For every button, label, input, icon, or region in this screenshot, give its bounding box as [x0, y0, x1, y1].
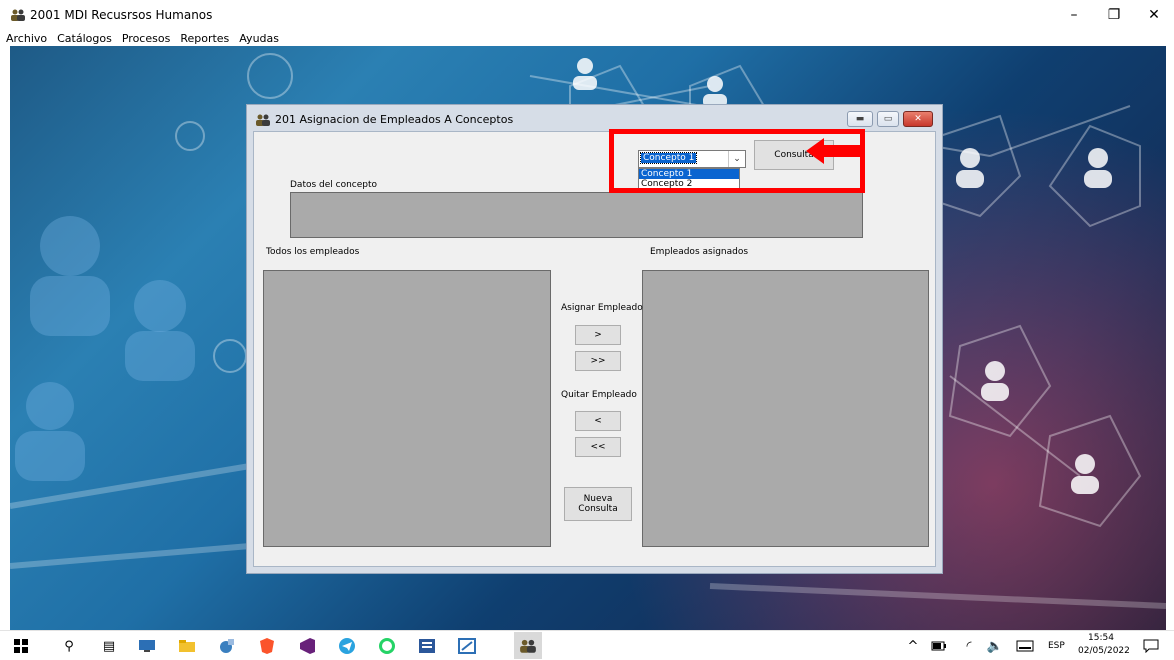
word-icon[interactable]	[418, 637, 436, 655]
concept-data-panel	[290, 192, 863, 238]
assign-one-button[interactable]: >	[575, 325, 621, 345]
menu-procesos[interactable]: Procesos	[122, 32, 170, 45]
main-title-bar: 2001 MDI Recusrsos Humanos – ❐ ✕	[0, 0, 1174, 30]
close-button[interactable]: ✕	[1134, 0, 1174, 30]
remote-desktop-icon[interactable]	[138, 637, 156, 655]
users-icon	[256, 114, 270, 126]
volume-icon[interactable]: 🔈	[986, 637, 1004, 655]
minimize-button[interactable]: –	[1054, 0, 1094, 30]
assign-all-button[interactable]: >>	[575, 351, 621, 371]
child-title-bar: 201 Asignacion de Empleados A Conceptos …	[247, 105, 942, 131]
empleados-asignados-label: Empleados asignados	[650, 247, 749, 257]
remove-one-button[interactable]: <	[575, 411, 621, 431]
asignar-empleado-label: Asignar Empleado	[561, 303, 643, 313]
nueva-consulta-line2: Consulta	[578, 504, 618, 514]
users-icon	[11, 9, 25, 21]
file-explorer-icon[interactable]	[178, 637, 196, 655]
remove-all-button[interactable]: <<	[575, 437, 621, 457]
maximize-button[interactable]: ❐	[1094, 0, 1134, 30]
search-icon[interactable]: ⚲	[60, 637, 78, 655]
snipping-tool-icon[interactable]	[458, 637, 476, 655]
battery-icon[interactable]	[930, 637, 948, 655]
keyboard-icon[interactable]	[1016, 637, 1034, 655]
menu-bar: Archivo Catálogos Procesos Reportes Ayud…	[0, 30, 1174, 46]
quitar-empleado-label: Quitar Empleado	[561, 390, 637, 400]
whatsapp-icon[interactable]	[378, 637, 396, 655]
maximize-icon: ▭	[883, 114, 893, 124]
visual-studio-icon[interactable]	[298, 637, 316, 655]
child-client-area: Concepto 1 ⌄ Concepto 1 Concepto 2 Consu…	[253, 131, 936, 567]
assigned-employees-list[interactable]	[642, 270, 929, 547]
todos-empleados-label: Todos los empleados	[266, 247, 360, 257]
wifi-icon[interactable]: ◜	[960, 637, 978, 655]
minimize-icon: ▬	[855, 114, 865, 124]
app-brush-icon[interactable]	[218, 637, 236, 655]
clock-time[interactable]: 15:54	[1088, 633, 1114, 643]
datos-concepto-label: Datos del concepto	[290, 180, 378, 190]
child-close-button[interactable]: ✕	[903, 111, 933, 127]
start-windows-icon[interactable]	[12, 637, 30, 655]
all-employees-list[interactable]	[263, 270, 551, 547]
menu-archivo[interactable]: Archivo	[6, 32, 47, 45]
menu-reportes[interactable]: Reportes	[180, 32, 229, 45]
brave-browser-icon[interactable]	[258, 637, 276, 655]
menu-ayudas[interactable]: Ayudas	[239, 32, 279, 45]
menu-catalogos[interactable]: Catálogos	[57, 32, 112, 45]
language-indicator[interactable]: ESP	[1048, 641, 1065, 651]
child-maximize-button[interactable]: ▭	[877, 111, 899, 127]
nueva-consulta-line1: Nueva	[583, 494, 613, 504]
telegram-icon[interactable]	[338, 637, 356, 655]
hr-app-taskbar-icon[interactable]	[514, 632, 542, 659]
notifications-icon[interactable]	[1142, 637, 1160, 655]
chevron-up-icon[interactable]: ^	[904, 637, 922, 655]
task-view-icon[interactable]: ▤	[100, 637, 118, 655]
nueva-consulta-button[interactable]: Nueva Consulta	[564, 487, 632, 521]
clock-date[interactable]: 02/05/2022	[1078, 646, 1130, 656]
app-title: 2001 MDI Recusrsos Humanos	[30, 8, 213, 22]
windows-taskbar: ⚲ ▤ ^ ◜ 🔈 ESP 15:54 02/05/2022	[0, 630, 1174, 660]
child-window-title: 201 Asignacion de Empleados A Conceptos	[275, 113, 514, 126]
annotation-arrow-icon	[806, 138, 862, 164]
close-icon: ✕	[914, 114, 922, 124]
child-minimize-button[interactable]: ▬	[847, 111, 873, 127]
